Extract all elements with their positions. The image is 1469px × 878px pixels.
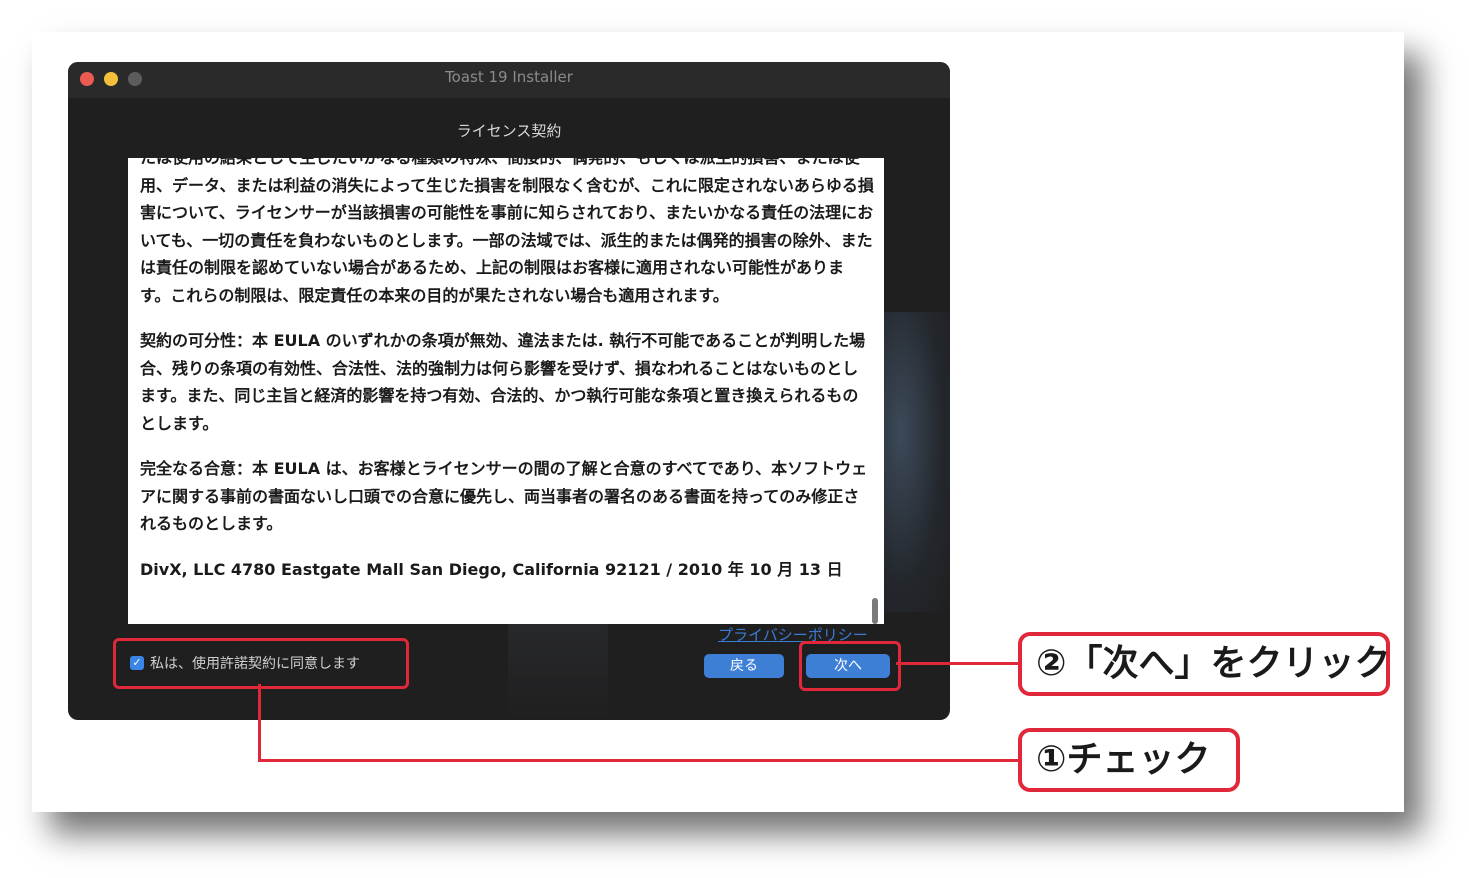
scrollbar-thumb[interactable] [872,598,878,624]
license-text-area[interactable]: たは使用の結果として生じたいかなる種類の特殊、間接的、偶発的、もしくは派生的損害… [128,158,884,624]
installer-window: Toast 19 Installer ライセンス契約 たは使用の結果として生じた… [68,62,950,720]
license-paragraph: 完全なる合意：本 EULA は、お客様とライセンサーの間の了解と合意のすべてであ… [140,459,868,533]
next-button-highlight [799,641,901,691]
background-decoration-lower [508,622,608,720]
section-title: ライセンス契約 [456,122,562,140]
background-decoration [880,312,950,612]
window-title: Toast 19 Installer [445,68,573,86]
callout-connector-line [258,684,261,762]
callout-connector-line [258,759,1020,762]
callout-connector-line [896,662,1020,665]
license-paragraph: 契約の可分性：本 EULA のいずれかの条項が無効、違法または. 執行不可能であ… [140,331,866,433]
back-button[interactable]: 戻る [704,654,784,678]
checkbox-highlight [113,638,409,689]
license-paragraph: たは使用の結果として生じたいかなる種類の特殊、間接的、偶発的、もしくは派生的損害… [140,158,874,305]
callout-click-next: ②「次へ」をクリック [1018,632,1390,696]
license-address: DivX, LLC 4780 Eastgate Mall San Diego, … [140,559,843,579]
callout-check: ①チェック [1018,728,1240,792]
title-bar: Toast 19 Installer [68,62,950,98]
